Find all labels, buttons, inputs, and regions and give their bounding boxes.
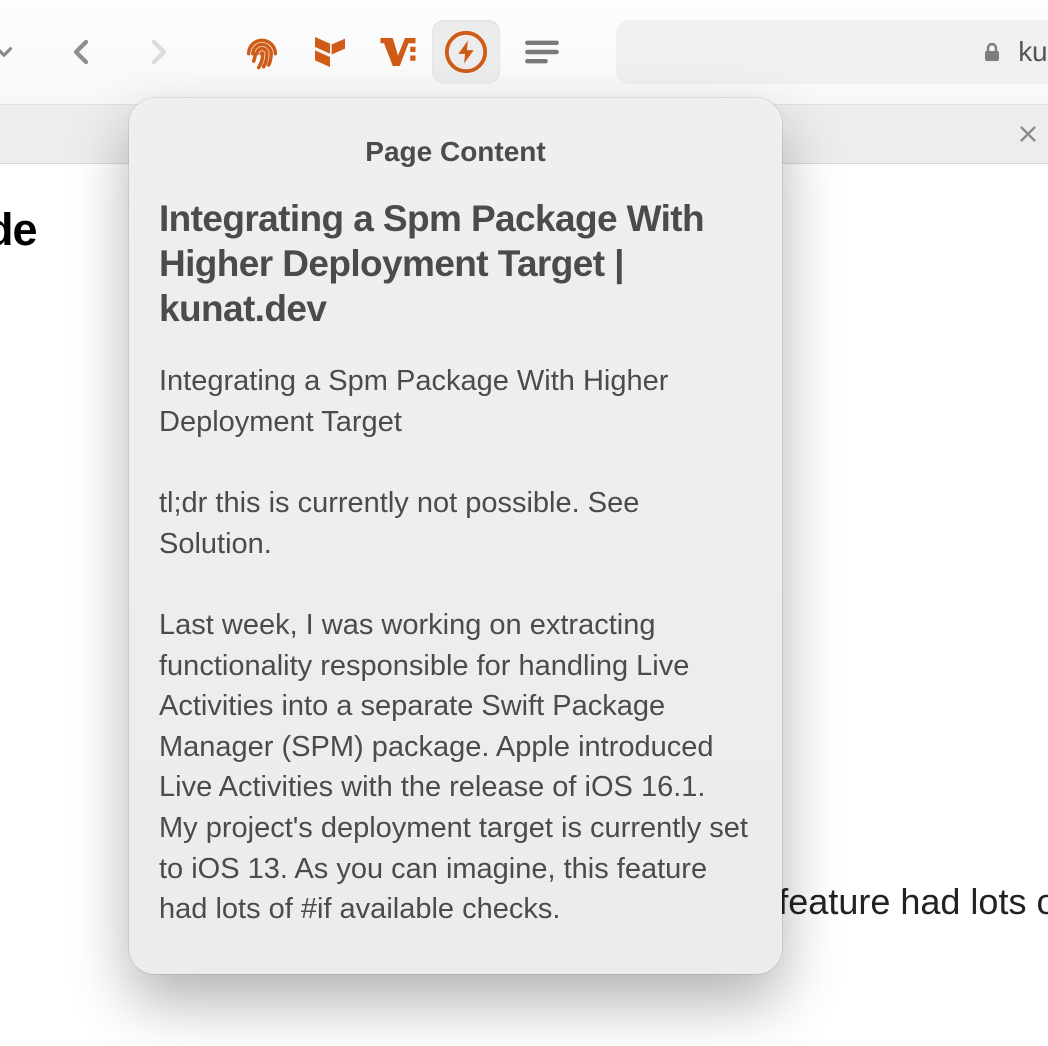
extension-parallels-button[interactable] bbox=[296, 20, 364, 84]
bolt-circle-icon bbox=[443, 29, 489, 75]
address-domain-text: kunat.d bbox=[1018, 36, 1048, 68]
extension-velja-button[interactable] bbox=[364, 20, 432, 84]
extension-fingerprint-button[interactable] bbox=[228, 20, 296, 84]
popover-article-text: Integrating a Spm Package With Higher De… bbox=[159, 361, 752, 967]
extension-bolt-button[interactable] bbox=[432, 20, 500, 84]
reader-lines-icon bbox=[520, 30, 564, 74]
close-icon bbox=[1017, 123, 1039, 145]
forward-button[interactable] bbox=[134, 27, 184, 77]
fingerprint-icon bbox=[242, 32, 282, 72]
velja-v-icon bbox=[377, 31, 419, 73]
popover-article-title: Integrating a Spm Package With Higher De… bbox=[159, 196, 752, 331]
parallels-icon bbox=[310, 32, 350, 72]
tab-groups-dropdown[interactable] bbox=[0, 27, 22, 77]
back-button[interactable] bbox=[56, 27, 106, 77]
chevron-down-icon bbox=[0, 39, 17, 65]
chevron-left-icon bbox=[61, 30, 101, 74]
popover-header: Page Content bbox=[129, 98, 782, 196]
reader-mode-button[interactable] bbox=[508, 20, 576, 84]
page-content-popover: Page Content Integrating a Spm Package W… bbox=[129, 98, 782, 974]
address-bar[interactable]: kunat.d bbox=[616, 20, 1048, 84]
popover-scroll-content[interactable]: Integrating a Spm Package With Higher De… bbox=[129, 196, 782, 967]
lock-icon bbox=[980, 38, 1004, 66]
browser-toolbar: kunat.d bbox=[0, 0, 1048, 104]
chevron-right-icon bbox=[139, 30, 179, 74]
tab-close-button[interactable] bbox=[1010, 116, 1046, 152]
